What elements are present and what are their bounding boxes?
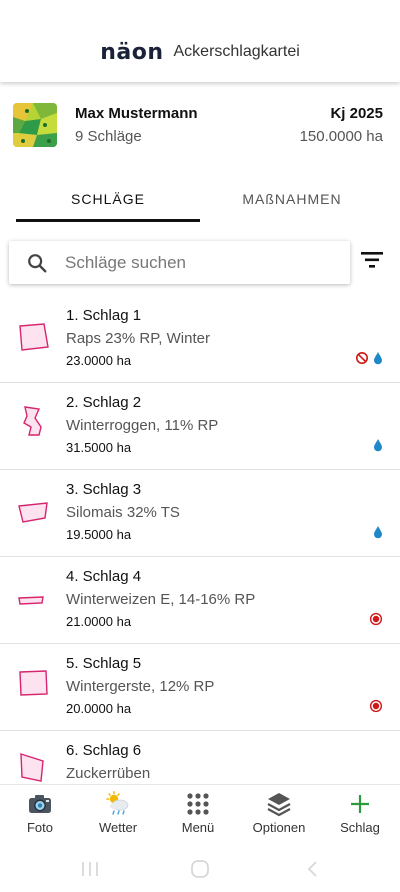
farm-name: Max Mustermann <box>75 105 198 122</box>
field-row[interactable]: 2. Schlag 2 Winterroggen, 11% RP 31.5000… <box>0 383 400 470</box>
tab-measures[interactable]: MAßNAHMEN <box>200 176 384 222</box>
field-status-icons <box>369 699 383 713</box>
camera-icon <box>29 795 51 813</box>
recent-apps-icon[interactable] <box>79 858 101 880</box>
field-status-icons <box>373 525 383 539</box>
brand-logo: näon <box>100 39 164 65</box>
field-area: 23.0000 ha <box>66 353 132 368</box>
nav-menu-label: Menü <box>181 820 215 835</box>
app-title: Ackerschlagkartei <box>173 43 300 60</box>
nav-photo-button[interactable]: Foto <box>5 791 75 843</box>
field-shape-icon <box>18 596 44 605</box>
nav-add-field-label: Schlag <box>340 820 380 835</box>
nav-options-label: Optionen <box>252 820 306 835</box>
field-crop: Zuckerrüben <box>66 765 151 782</box>
field-shape-icon <box>18 502 48 523</box>
field-area: 19.5000 ha <box>66 527 132 542</box>
search-bar <box>9 241 350 284</box>
field-crop: Winterroggen, 11% RP <box>66 417 219 434</box>
nav-photo-label: Foto <box>26 820 53 835</box>
field-shape-icon <box>19 323 49 351</box>
record-dot-icon <box>369 699 383 713</box>
nav-weather-button[interactable]: Wetter <box>83 791 153 843</box>
field-area: 21.0000 ha <box>66 614 132 629</box>
plus-icon <box>351 795 369 813</box>
farm-field-count: 9 Schläge <box>75 128 142 145</box>
farm-total-area: 150.0000 ha <box>299 128 383 145</box>
back-icon[interactable] <box>302 858 324 880</box>
field-title: 2. Schlag 2 <box>66 394 142 411</box>
system-navigation-bar <box>0 846 400 892</box>
tab-fields[interactable]: SCHLÄGE <box>16 176 200 222</box>
filter-icon[interactable] <box>358 246 386 274</box>
field-crop: Winterweizen E, 14-16% RP <box>66 591 256 608</box>
field-crop: Silomais 32% TS <box>66 504 180 521</box>
nav-menu-button[interactable]: Menü <box>163 791 233 843</box>
no-entry-icon <box>356 352 368 364</box>
field-status-icons <box>373 438 383 452</box>
crop-year: Kj 2025 <box>330 105 383 122</box>
farm-logo-icon <box>13 103 57 147</box>
app-bar: näon Ackerschlagkartei <box>0 0 400 82</box>
field-title: 5. Schlag 5 <box>66 655 142 672</box>
field-shape-icon <box>20 753 44 782</box>
nav-options-button[interactable]: Optionen <box>244 791 314 843</box>
field-shape-icon <box>23 406 42 436</box>
field-status-icons <box>369 612 383 626</box>
field-crop: Wintergerste, 12% RP <box>66 678 215 695</box>
grid-icon <box>187 793 209 815</box>
field-list: 1. Schlag 1 Raps 23% RP, Winter 23.0000 … <box>0 296 400 784</box>
farm-summary[interactable]: Max Mustermann 9 Schläge Kj 2025 150.000… <box>0 100 400 156</box>
home-icon[interactable] <box>189 858 211 880</box>
field-area: 31.5000 ha <box>66 440 132 455</box>
active-tab-indicator <box>16 219 200 222</box>
search-icon <box>28 254 47 273</box>
field-row[interactable]: 5. Schlag 5 Wintergerste, 12% RP 20.0000… <box>0 644 400 731</box>
field-title: 3. Schlag 3 <box>66 481 142 498</box>
water-drop-icon <box>374 439 382 452</box>
nav-add-field-button[interactable]: Schlag <box>325 791 395 843</box>
field-shape-icon <box>19 670 48 696</box>
field-row[interactable]: 1. Schlag 1 Raps 23% RP, Winter 23.0000 … <box>0 296 400 383</box>
tab-bar: SCHLÄGE MAßNAHMEN <box>0 176 400 222</box>
field-title: 4. Schlag 4 <box>66 568 142 585</box>
field-title: 1. Schlag 1 <box>66 307 142 324</box>
nav-weather-label: Wetter <box>98 820 138 835</box>
field-row[interactable]: 4. Schlag 4 Winterweizen E, 14-16% RP 21… <box>0 557 400 644</box>
record-dot-icon <box>369 612 383 626</box>
field-title: 6. Schlag 6 <box>66 742 142 759</box>
field-area: 20.0000 ha <box>66 701 132 716</box>
search-input[interactable] <box>65 241 335 284</box>
bottom-navigation: Foto Wetter Menü Optionen Schlag <box>0 784 400 844</box>
field-crop: Raps 23% RP, Winter <box>66 330 210 347</box>
water-drop-icon <box>374 526 382 539</box>
field-row[interactable]: 3. Schlag 3 Silomais 32% TS 19.5000 ha <box>0 470 400 557</box>
layers-icon <box>267 793 291 817</box>
field-row[interactable]: 6. Schlag 6 Zuckerrüben <box>0 731 400 784</box>
water-drop-icon <box>374 352 382 365</box>
weather-icon <box>106 791 129 815</box>
field-status-icons <box>355 351 383 365</box>
